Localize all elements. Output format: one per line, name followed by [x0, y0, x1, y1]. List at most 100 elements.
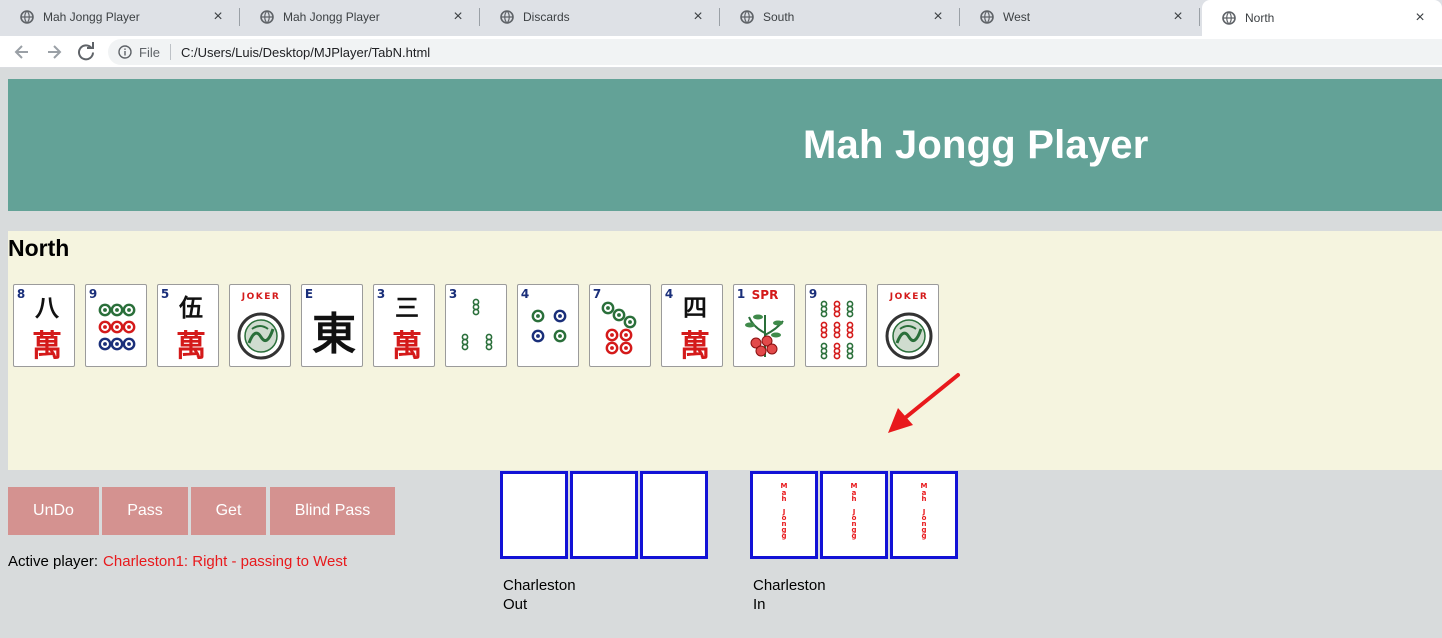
hand-tile-crack[interactable]: 3三萬	[373, 284, 435, 367]
hand-tile-flower[interactable]: 1 SPR	[733, 284, 795, 367]
charleston-out-slot[interactable]	[500, 471, 568, 559]
svg-text:萬: 萬	[680, 329, 710, 364]
hand-tile-joker[interactable]: JOKER	[877, 284, 939, 367]
hand-tile-joker[interactable]: JOKER	[229, 284, 291, 367]
tile-face: 1 SPR	[737, 287, 784, 357]
hand-tile-crack[interactable]: 5伍萬	[157, 284, 219, 367]
browser-tab-active[interactable]: North ×	[1202, 0, 1442, 36]
tile-face: 4	[521, 287, 567, 343]
red-pointer-arrow-icon	[888, 373, 960, 433]
browser-tab[interactable]: Mah Jongg Player ×	[0, 0, 240, 34]
tile-back-pattern: MahJongg	[851, 482, 858, 540]
get-button[interactable]: Get	[191, 487, 266, 535]
svg-text:3: 3	[377, 287, 385, 301]
close-icon[interactable]: ×	[1170, 9, 1186, 25]
back-arrow-icon[interactable]	[11, 41, 33, 63]
close-icon[interactable]: ×	[930, 9, 946, 25]
tile-face: 7	[593, 287, 637, 355]
active-player-label: Active player:	[8, 553, 99, 570]
svg-text:萬: 萬	[392, 329, 422, 364]
globe-icon	[20, 10, 34, 24]
charleston-in-slot[interactable]: MahJongg	[890, 471, 958, 559]
charleston-out-slot[interactable]	[570, 471, 638, 559]
charleston-in-slot[interactable]: MahJongg	[750, 471, 818, 559]
svg-text:1: 1	[737, 287, 745, 301]
tab-title: South	[763, 10, 795, 24]
svg-text:萬: 萬	[176, 329, 206, 364]
svg-text:JOKER: JOKER	[241, 292, 281, 302]
svg-text:4: 4	[521, 287, 529, 301]
charleston-in-label-line1: Charleston	[753, 577, 826, 594]
svg-text:東: 東	[312, 309, 356, 360]
active-player-status: Active player: Charleston1: Right - passi…	[8, 553, 347, 570]
browser-tab[interactable]: Mah Jongg Player ×	[240, 0, 480, 34]
svg-text:萬: 萬	[32, 329, 62, 364]
blind-pass-button[interactable]: Blind Pass	[270, 487, 395, 535]
svg-text:SPR: SPR	[752, 288, 779, 302]
tile-face: 9	[809, 287, 854, 360]
close-icon[interactable]: ×	[210, 9, 226, 25]
url-text[interactable]: C:/Users/Luis/Desktop/MJPlayer/TabN.html	[181, 45, 430, 60]
charleston-out-label: Charleston Out	[503, 576, 576, 614]
svg-text:h: h	[922, 495, 927, 503]
charleston-in-label: Charleston In	[753, 576, 826, 614]
close-icon[interactable]: ×	[450, 9, 466, 25]
charleston-in-slot[interactable]: MahJongg	[820, 471, 888, 559]
svg-text:伍: 伍	[179, 294, 203, 322]
hand-tile-bam[interactable]: 3	[445, 284, 507, 367]
tile-face: 9	[89, 287, 136, 351]
forward-arrow-icon[interactable]	[43, 41, 65, 63]
info-icon[interactable]	[118, 45, 132, 59]
address-bar[interactable]: File C:/Users/Luis/Desktop/MJPlayer/TabN…	[108, 39, 1442, 65]
svg-text:E: E	[305, 287, 313, 301]
scheme-label: File	[139, 44, 160, 60]
close-icon[interactable]: ×	[1412, 10, 1428, 26]
browser-tab-strip: Mah Jongg Player × Mah Jongg Player × Di…	[0, 0, 1442, 36]
svg-text:8: 8	[17, 287, 25, 301]
hand-tile-crack[interactable]: 4四萬	[661, 284, 723, 367]
svg-text:h: h	[782, 495, 787, 503]
browser-tab[interactable]: South ×	[720, 0, 960, 34]
tab-title: Discards	[523, 10, 570, 24]
tile-face: 4 四萬	[665, 287, 710, 364]
reload-icon[interactable]	[75, 41, 97, 63]
hand-tile-dot[interactable]: 9	[85, 284, 147, 367]
svg-text:四: 四	[683, 294, 707, 322]
browser-tab[interactable]: West ×	[960, 0, 1200, 34]
svg-text:JOKER: JOKER	[889, 292, 929, 302]
hand-tile-dot[interactable]: 4	[517, 284, 579, 367]
undo-button[interactable]: UnDo	[8, 487, 99, 535]
app-header: Mah Jongg Player	[8, 79, 1442, 211]
tab-title: Mah Jongg Player	[43, 10, 140, 24]
pass-button[interactable]: Pass	[102, 487, 188, 535]
svg-text:7: 7	[593, 287, 601, 301]
tab-title: West	[1003, 10, 1031, 24]
browser-tab[interactable]: Discards ×	[480, 0, 720, 34]
tile-back-pattern: MahJongg	[781, 482, 788, 540]
active-player-value: Charleston1: Right - passing to West	[103, 553, 348, 570]
charleston-in-label-line2: In	[753, 596, 766, 613]
close-icon[interactable]: ×	[690, 9, 706, 25]
tab-title: Mah Jongg Player	[283, 10, 380, 24]
omnibox-divider	[169, 44, 171, 60]
svg-text:八: 八	[35, 294, 60, 322]
svg-text:g: g	[781, 532, 786, 540]
tab-separator	[1199, 8, 1200, 26]
svg-text:9: 9	[89, 287, 97, 301]
svg-text:g: g	[851, 532, 856, 540]
tile-face: JOKER	[885, 292, 933, 360]
hand-tile-bam[interactable]: 9	[805, 284, 867, 367]
hand-tile-crack[interactable]: 8八萬	[13, 284, 75, 367]
hand-tile-dot[interactable]: 7	[589, 284, 651, 367]
hand-tile-wind[interactable]: E東	[301, 284, 363, 367]
charleston-out-label-line2: Out	[503, 596, 528, 613]
globe-icon	[260, 10, 274, 24]
svg-text:5: 5	[161, 287, 169, 301]
player-name: North	[8, 235, 70, 261]
charleston-out-label-line1: Charleston	[503, 577, 576, 594]
browser-toolbar: File C:/Users/Luis/Desktop/MJPlayer/TabN…	[0, 36, 1442, 68]
page-title: Mah Jongg Player	[803, 123, 1149, 167]
svg-text:9: 9	[809, 287, 817, 301]
globe-icon	[740, 10, 754, 24]
charleston-out-slot[interactable]	[640, 471, 708, 559]
